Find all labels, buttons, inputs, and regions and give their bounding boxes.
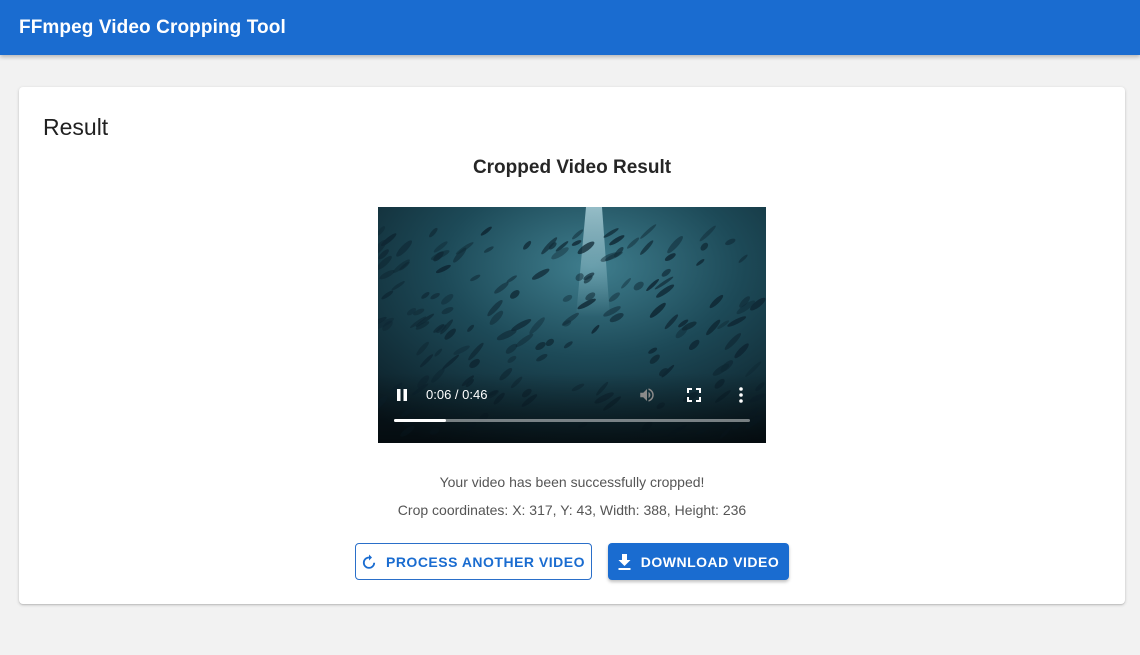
app-bar: FFmpeg Video Cropping Tool (0, 0, 1140, 55)
volume-icon (640, 388, 654, 402)
process-another-video-button[interactable]: PROCESS ANOTHER VIDEO (355, 543, 592, 580)
video-progress-fill (394, 419, 446, 422)
video-controls: 0:06 / 0:46 (378, 383, 766, 407)
mute-button[interactable] (636, 383, 658, 407)
time-display: 0:06 / 0:46 (426, 387, 488, 402)
app-title: FFmpeg Video Cropping Tool (19, 16, 286, 38)
download-video-label: DOWNLOAD VIDEO (640, 553, 780, 570)
result-heading: Cropped Video Result (472, 157, 672, 178)
fullscreen-icon (687, 388, 701, 402)
pause-button[interactable] (392, 383, 412, 407)
download-video-button[interactable]: DOWNLOAD VIDEO (608, 543, 789, 580)
result-card: Result Cropped Video Result 0:06 / 0:46 … (19, 87, 1125, 604)
video-progress-bar[interactable] (394, 419, 750, 422)
crop-coordinates: Crop coordinates: X: 317, Y: 43, Width: … (397, 502, 747, 518)
pause-icon (397, 389, 407, 401)
download-icon (618, 553, 631, 570)
more-options-button[interactable] (733, 383, 749, 407)
more-vert-icon (739, 387, 743, 403)
fullscreen-button[interactable] (683, 383, 705, 407)
card-title: Result (43, 114, 109, 140)
success-message: Your video has been successfully cropped… (439, 474, 705, 490)
process-another-video-label: PROCESS ANOTHER VIDEO (385, 553, 585, 570)
replay-icon (362, 554, 376, 570)
video-player[interactable]: 0:06 / 0:46 (378, 207, 766, 443)
